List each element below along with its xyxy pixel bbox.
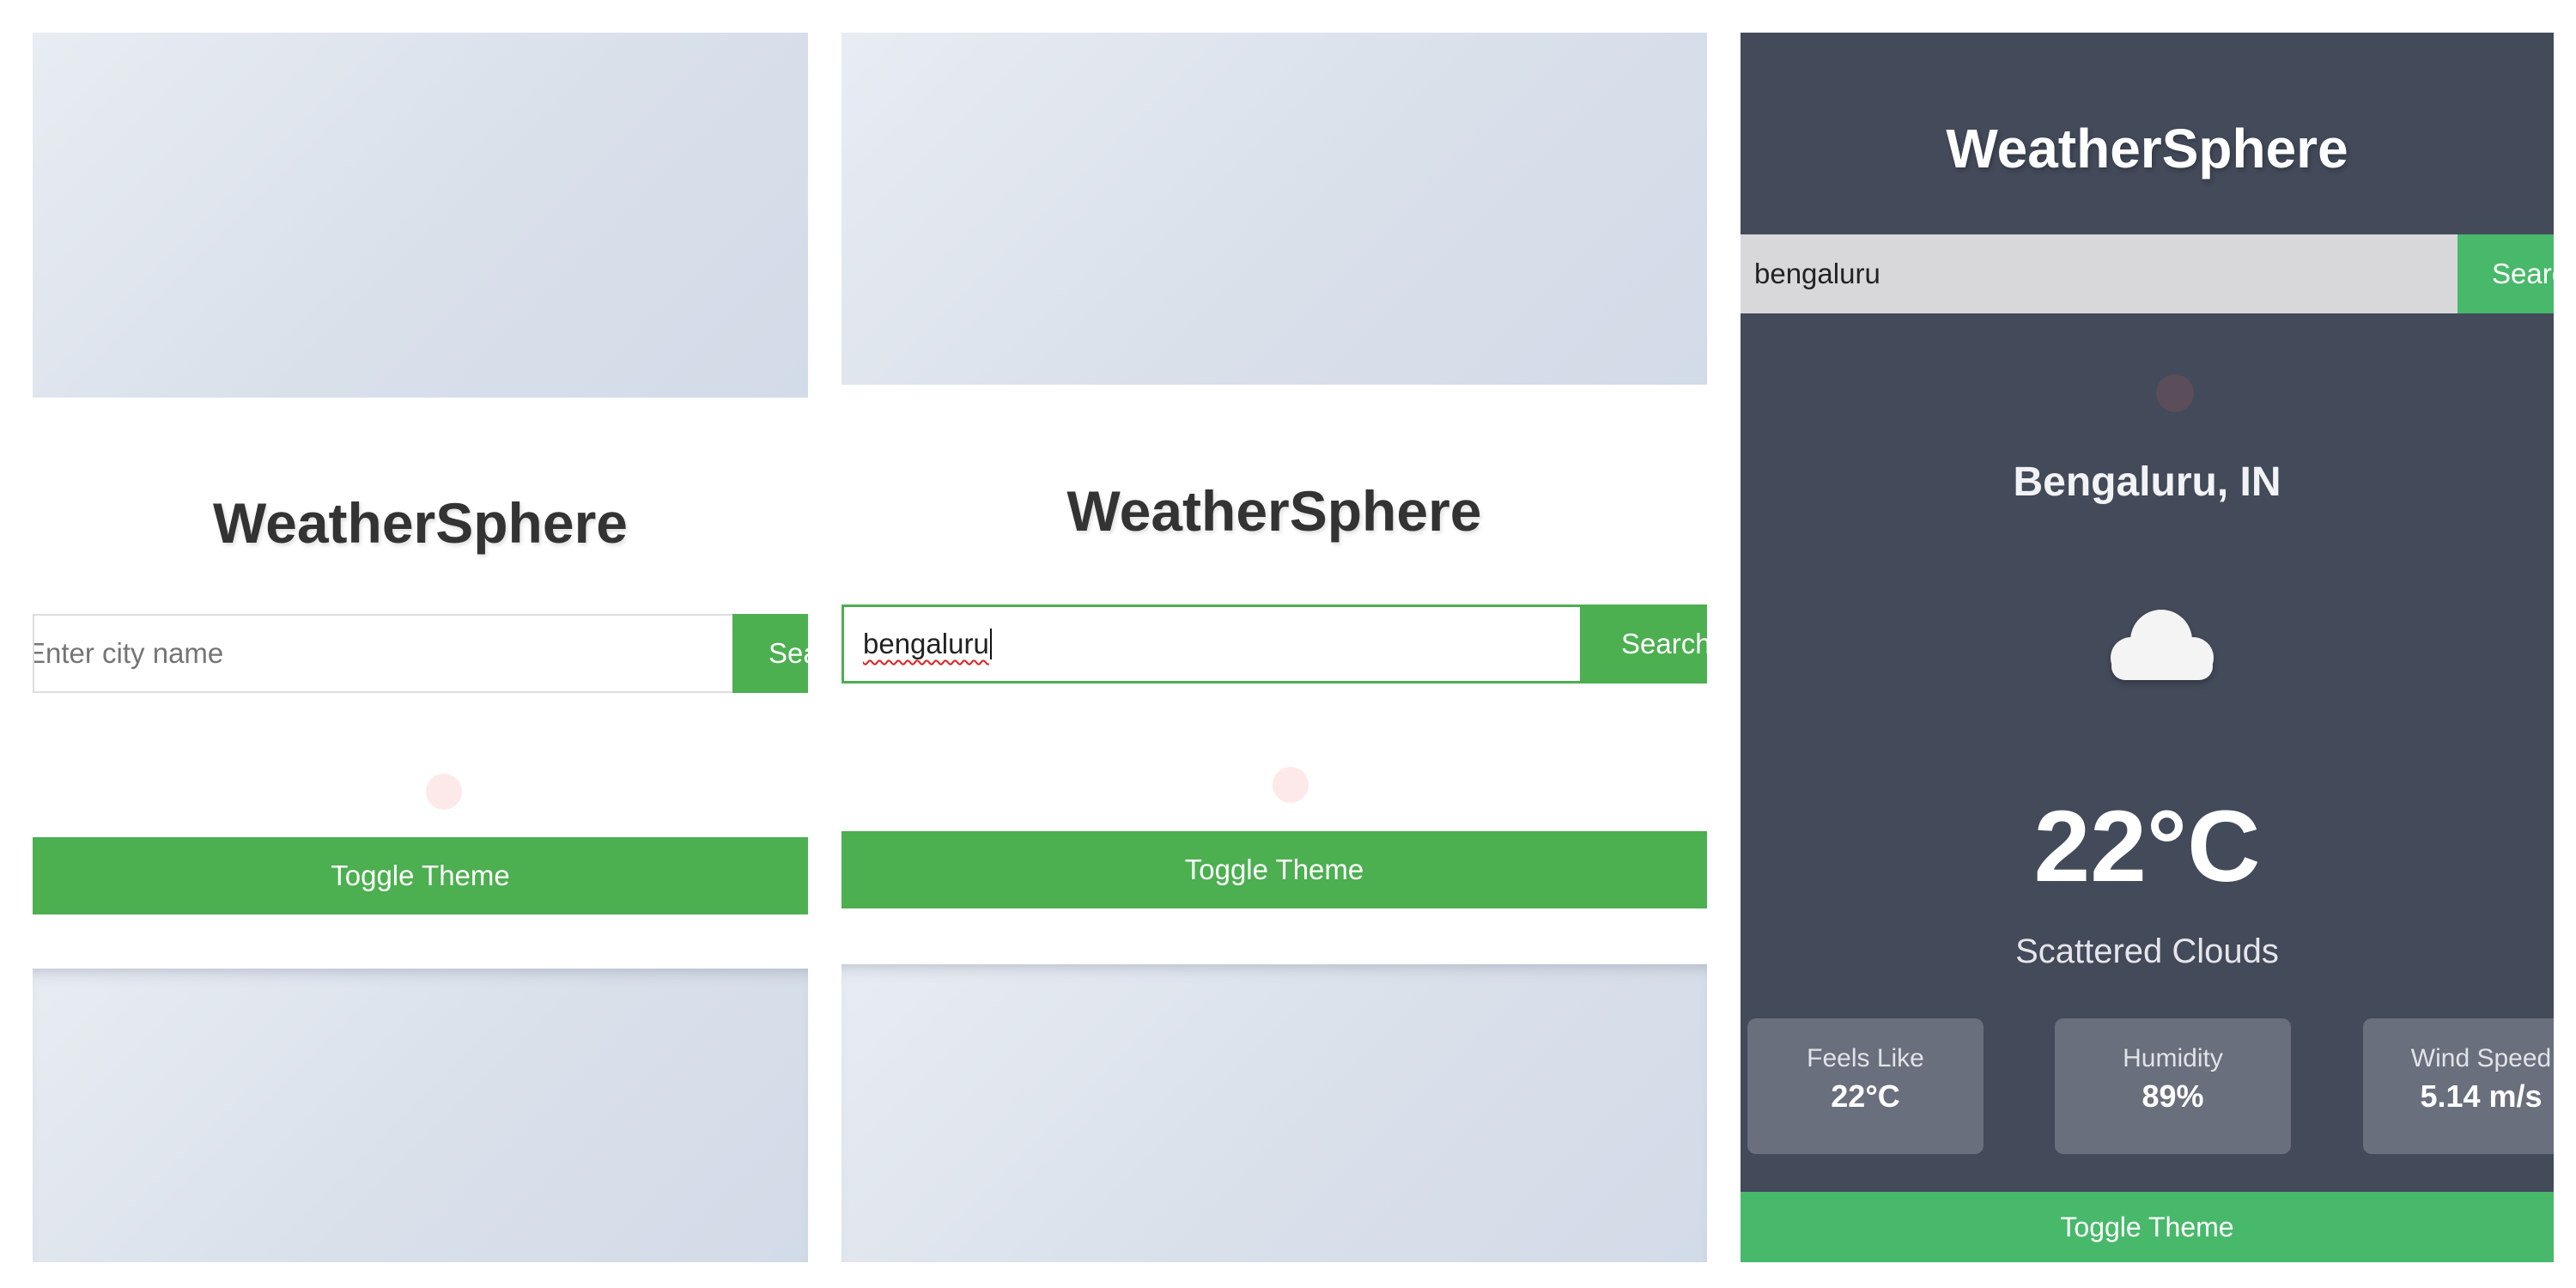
city-search-placeholder: Enter city name xyxy=(33,637,224,669)
city-search-input[interactable]: bengaluru xyxy=(1741,234,2458,313)
app-window-light-empty: WeatherSphere Enter city name Search Tog… xyxy=(33,33,808,1262)
detail-card-humidity: Humidity 89% xyxy=(2055,1018,2291,1154)
detail-label: Humidity xyxy=(2123,1044,2223,1072)
loading-spinner-icon xyxy=(426,774,462,810)
detail-value: 22°C xyxy=(1831,1078,1900,1114)
cloud-icon xyxy=(2111,610,2214,680)
detail-card-wind-speed: Wind Speed 5.14 m/s xyxy=(2363,1018,2554,1154)
page-background-top xyxy=(33,33,808,398)
search-button[interactable]: Search xyxy=(732,614,808,693)
loading-spinner-icon xyxy=(1273,767,1309,803)
temperature-value: 22°C xyxy=(2033,790,2261,903)
city-search-input[interactable]: bengaluru xyxy=(841,605,1583,683)
app-window-dark-results: WeatherSphere bengaluru Search Bengaluru… xyxy=(1741,33,2554,1262)
toggle-theme-button[interactable]: Toggle Theme xyxy=(841,831,1707,908)
search-button[interactable]: Search xyxy=(2458,234,2554,313)
app-window-light-typing: WeatherSphere bengaluru Search Toggle Th… xyxy=(841,33,1707,1262)
page-background-bottom xyxy=(33,969,808,1262)
search-bar: Enter city name Search xyxy=(33,614,808,693)
detail-card-feels-like: Feels Like 22°C xyxy=(1747,1018,1984,1154)
detail-label: Feels Like xyxy=(1807,1044,1924,1072)
loading-spinner-icon xyxy=(2156,374,2194,412)
city-search-input[interactable]: Enter city name xyxy=(33,614,732,693)
search-bar: bengaluru Search xyxy=(841,605,1707,683)
detail-value: 5.14 m/s xyxy=(2420,1078,2543,1114)
page-background-bottom xyxy=(841,964,1707,1262)
city-name: Bengaluru, IN xyxy=(2013,459,2281,505)
app-title: WeatherSphere xyxy=(1946,118,2348,179)
page-background-top xyxy=(841,33,1707,385)
city-search-value: bengaluru xyxy=(863,628,989,659)
weather-description: Scattered Clouds xyxy=(2015,933,2279,970)
toggle-theme-button[interactable]: Toggle Theme xyxy=(1741,1192,2554,1262)
search-button[interactable]: Search xyxy=(1583,605,1707,683)
detail-label: Wind Speed xyxy=(2410,1044,2552,1072)
app-title: WeatherSphere xyxy=(213,491,628,555)
toggle-theme-button[interactable]: Toggle Theme xyxy=(33,837,808,914)
app-title: WeatherSphere xyxy=(1066,479,1482,543)
search-bar: bengaluru Search xyxy=(1741,234,2554,313)
text-caret xyxy=(989,629,992,659)
city-search-value: bengaluru xyxy=(1754,258,1880,289)
detail-value: 89% xyxy=(2142,1078,2204,1114)
